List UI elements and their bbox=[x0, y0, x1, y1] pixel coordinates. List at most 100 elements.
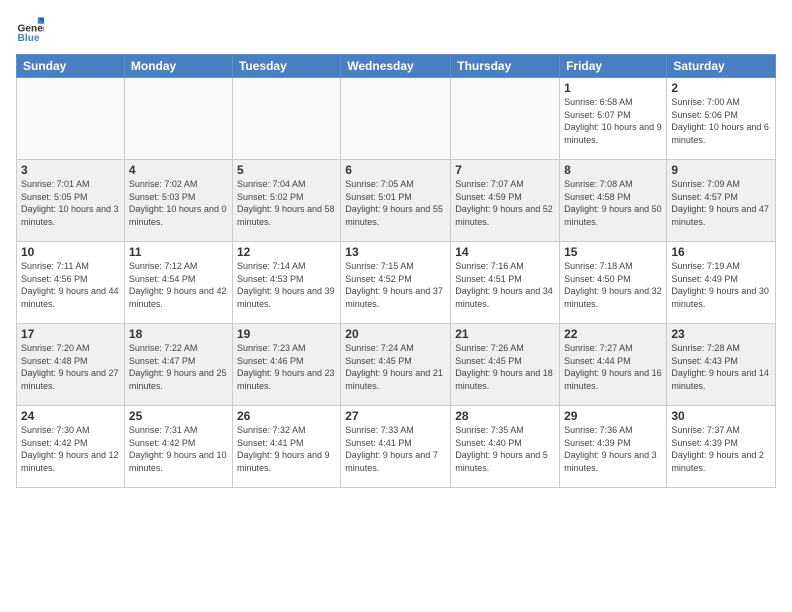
calendar-day-cell bbox=[451, 78, 560, 160]
calendar: SundayMondayTuesdayWednesdayThursdayFrid… bbox=[16, 54, 776, 488]
main-container: General Blue SundayMondayTuesdayWednesda… bbox=[0, 0, 792, 612]
day-info: Sunrise: 7:02 AM Sunset: 5:03 PM Dayligh… bbox=[129, 178, 228, 228]
calendar-week-row: 10Sunrise: 7:11 AM Sunset: 4:56 PM Dayli… bbox=[17, 242, 776, 324]
day-number: 2 bbox=[671, 81, 771, 95]
day-info: Sunrise: 7:11 AM Sunset: 4:56 PM Dayligh… bbox=[21, 260, 120, 310]
day-number: 10 bbox=[21, 245, 120, 259]
day-number: 9 bbox=[671, 163, 771, 177]
day-info: Sunrise: 7:24 AM Sunset: 4:45 PM Dayligh… bbox=[345, 342, 446, 392]
weekday-header-saturday: Saturday bbox=[667, 55, 776, 78]
weekday-header-monday: Monday bbox=[124, 55, 232, 78]
day-info: Sunrise: 7:36 AM Sunset: 4:39 PM Dayligh… bbox=[564, 424, 662, 474]
day-info: Sunrise: 7:08 AM Sunset: 4:58 PM Dayligh… bbox=[564, 178, 662, 228]
calendar-day-cell: 3Sunrise: 7:01 AM Sunset: 5:05 PM Daylig… bbox=[17, 160, 125, 242]
calendar-week-row: 1Sunrise: 6:58 AM Sunset: 5:07 PM Daylig… bbox=[17, 78, 776, 160]
header: General Blue bbox=[16, 16, 776, 44]
day-number: 30 bbox=[671, 409, 771, 423]
weekday-header-row: SundayMondayTuesdayWednesdayThursdayFrid… bbox=[17, 55, 776, 78]
calendar-day-cell: 11Sunrise: 7:12 AM Sunset: 4:54 PM Dayli… bbox=[124, 242, 232, 324]
day-info: Sunrise: 7:28 AM Sunset: 4:43 PM Dayligh… bbox=[671, 342, 771, 392]
weekday-header-sunday: Sunday bbox=[17, 55, 125, 78]
weekday-header-thursday: Thursday bbox=[451, 55, 560, 78]
calendar-day-cell bbox=[17, 78, 125, 160]
calendar-day-cell: 30Sunrise: 7:37 AM Sunset: 4:39 PM Dayli… bbox=[667, 406, 776, 488]
day-number: 23 bbox=[671, 327, 771, 341]
day-number: 7 bbox=[455, 163, 555, 177]
day-number: 4 bbox=[129, 163, 228, 177]
day-info: Sunrise: 7:14 AM Sunset: 4:53 PM Dayligh… bbox=[237, 260, 336, 310]
calendar-day-cell: 12Sunrise: 7:14 AM Sunset: 4:53 PM Dayli… bbox=[232, 242, 340, 324]
day-info: Sunrise: 7:09 AM Sunset: 4:57 PM Dayligh… bbox=[671, 178, 771, 228]
calendar-day-cell bbox=[124, 78, 232, 160]
day-info: Sunrise: 6:58 AM Sunset: 5:07 PM Dayligh… bbox=[564, 96, 662, 146]
calendar-week-row: 24Sunrise: 7:30 AM Sunset: 4:42 PM Dayli… bbox=[17, 406, 776, 488]
day-info: Sunrise: 7:07 AM Sunset: 4:59 PM Dayligh… bbox=[455, 178, 555, 228]
day-info: Sunrise: 7:23 AM Sunset: 4:46 PM Dayligh… bbox=[237, 342, 336, 392]
calendar-day-cell bbox=[341, 78, 451, 160]
calendar-day-cell: 20Sunrise: 7:24 AM Sunset: 4:45 PM Dayli… bbox=[341, 324, 451, 406]
day-number: 15 bbox=[564, 245, 662, 259]
calendar-day-cell: 7Sunrise: 7:07 AM Sunset: 4:59 PM Daylig… bbox=[451, 160, 560, 242]
weekday-header-friday: Friday bbox=[560, 55, 667, 78]
calendar-day-cell: 23Sunrise: 7:28 AM Sunset: 4:43 PM Dayli… bbox=[667, 324, 776, 406]
calendar-week-row: 3Sunrise: 7:01 AM Sunset: 5:05 PM Daylig… bbox=[17, 160, 776, 242]
day-number: 25 bbox=[129, 409, 228, 423]
calendar-day-cell: 16Sunrise: 7:19 AM Sunset: 4:49 PM Dayli… bbox=[667, 242, 776, 324]
day-info: Sunrise: 7:04 AM Sunset: 5:02 PM Dayligh… bbox=[237, 178, 336, 228]
calendar-day-cell: 8Sunrise: 7:08 AM Sunset: 4:58 PM Daylig… bbox=[560, 160, 667, 242]
calendar-day-cell: 10Sunrise: 7:11 AM Sunset: 4:56 PM Dayli… bbox=[17, 242, 125, 324]
logo: General Blue bbox=[16, 16, 48, 44]
calendar-day-cell: 18Sunrise: 7:22 AM Sunset: 4:47 PM Dayli… bbox=[124, 324, 232, 406]
day-info: Sunrise: 7:33 AM Sunset: 4:41 PM Dayligh… bbox=[345, 424, 446, 474]
day-info: Sunrise: 7:18 AM Sunset: 4:50 PM Dayligh… bbox=[564, 260, 662, 310]
day-number: 3 bbox=[21, 163, 120, 177]
calendar-day-cell: 26Sunrise: 7:32 AM Sunset: 4:41 PM Dayli… bbox=[232, 406, 340, 488]
day-number: 21 bbox=[455, 327, 555, 341]
day-info: Sunrise: 7:16 AM Sunset: 4:51 PM Dayligh… bbox=[455, 260, 555, 310]
logo-icon: General Blue bbox=[16, 16, 44, 44]
calendar-day-cell: 1Sunrise: 6:58 AM Sunset: 5:07 PM Daylig… bbox=[560, 78, 667, 160]
day-info: Sunrise: 7:31 AM Sunset: 4:42 PM Dayligh… bbox=[129, 424, 228, 474]
weekday-header-wednesday: Wednesday bbox=[341, 55, 451, 78]
calendar-day-cell: 28Sunrise: 7:35 AM Sunset: 4:40 PM Dayli… bbox=[451, 406, 560, 488]
calendar-day-cell bbox=[232, 78, 340, 160]
day-info: Sunrise: 7:15 AM Sunset: 4:52 PM Dayligh… bbox=[345, 260, 446, 310]
calendar-day-cell: 9Sunrise: 7:09 AM Sunset: 4:57 PM Daylig… bbox=[667, 160, 776, 242]
day-info: Sunrise: 7:26 AM Sunset: 4:45 PM Dayligh… bbox=[455, 342, 555, 392]
day-info: Sunrise: 7:35 AM Sunset: 4:40 PM Dayligh… bbox=[455, 424, 555, 474]
calendar-day-cell: 6Sunrise: 7:05 AM Sunset: 5:01 PM Daylig… bbox=[341, 160, 451, 242]
calendar-day-cell: 29Sunrise: 7:36 AM Sunset: 4:39 PM Dayli… bbox=[560, 406, 667, 488]
day-info: Sunrise: 7:32 AM Sunset: 4:41 PM Dayligh… bbox=[237, 424, 336, 474]
calendar-day-cell: 22Sunrise: 7:27 AM Sunset: 4:44 PM Dayli… bbox=[560, 324, 667, 406]
weekday-header-tuesday: Tuesday bbox=[232, 55, 340, 78]
day-number: 6 bbox=[345, 163, 446, 177]
day-number: 29 bbox=[564, 409, 662, 423]
calendar-day-cell: 25Sunrise: 7:31 AM Sunset: 4:42 PM Dayli… bbox=[124, 406, 232, 488]
calendar-day-cell: 27Sunrise: 7:33 AM Sunset: 4:41 PM Dayli… bbox=[341, 406, 451, 488]
day-number: 1 bbox=[564, 81, 662, 95]
day-number: 22 bbox=[564, 327, 662, 341]
day-number: 28 bbox=[455, 409, 555, 423]
day-info: Sunrise: 7:20 AM Sunset: 4:48 PM Dayligh… bbox=[21, 342, 120, 392]
day-number: 20 bbox=[345, 327, 446, 341]
day-number: 12 bbox=[237, 245, 336, 259]
day-info: Sunrise: 7:19 AM Sunset: 4:49 PM Dayligh… bbox=[671, 260, 771, 310]
day-number: 8 bbox=[564, 163, 662, 177]
day-number: 18 bbox=[129, 327, 228, 341]
day-number: 27 bbox=[345, 409, 446, 423]
day-info: Sunrise: 7:12 AM Sunset: 4:54 PM Dayligh… bbox=[129, 260, 228, 310]
day-number: 13 bbox=[345, 245, 446, 259]
day-number: 5 bbox=[237, 163, 336, 177]
calendar-day-cell: 19Sunrise: 7:23 AM Sunset: 4:46 PM Dayli… bbox=[232, 324, 340, 406]
day-number: 11 bbox=[129, 245, 228, 259]
day-number: 16 bbox=[671, 245, 771, 259]
day-info: Sunrise: 7:01 AM Sunset: 5:05 PM Dayligh… bbox=[21, 178, 120, 228]
day-number: 14 bbox=[455, 245, 555, 259]
calendar-day-cell: 13Sunrise: 7:15 AM Sunset: 4:52 PM Dayli… bbox=[341, 242, 451, 324]
calendar-week-row: 17Sunrise: 7:20 AM Sunset: 4:48 PM Dayli… bbox=[17, 324, 776, 406]
day-info: Sunrise: 7:30 AM Sunset: 4:42 PM Dayligh… bbox=[21, 424, 120, 474]
day-info: Sunrise: 7:27 AM Sunset: 4:44 PM Dayligh… bbox=[564, 342, 662, 392]
day-number: 26 bbox=[237, 409, 336, 423]
svg-text:Blue: Blue bbox=[18, 33, 40, 44]
calendar-day-cell: 4Sunrise: 7:02 AM Sunset: 5:03 PM Daylig… bbox=[124, 160, 232, 242]
